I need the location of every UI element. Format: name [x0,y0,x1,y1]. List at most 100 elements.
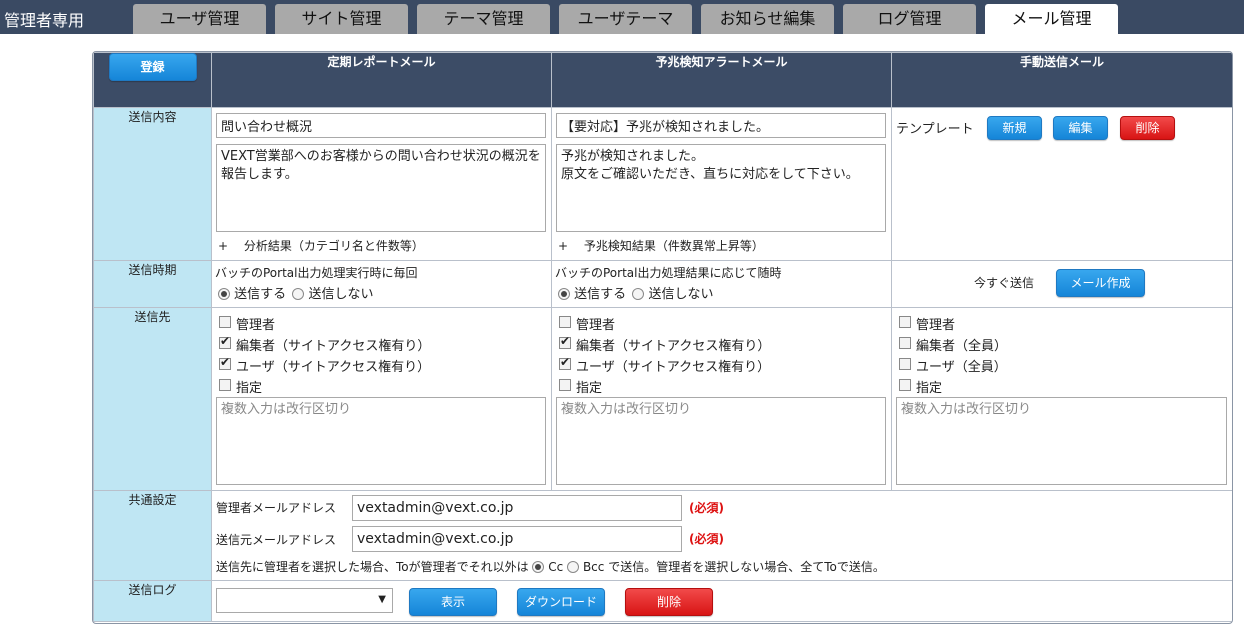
admin-mail-input[interactable] [352,495,682,521]
bcc-label: Bcc [582,560,605,574]
report-recipient-specify-checkbox[interactable] [219,379,231,391]
report-timing-cell: バッチのPortal出力処理実行時に毎回 送信する 送信しない [211,260,552,308]
from-mail-required: (必須) [689,532,724,546]
manual-recipient-specify-checkbox[interactable] [899,379,911,391]
admin-mail-required: (必須) [689,501,724,515]
alert-recipient-editor-label: 編集者（サイトアクセス権有り） [576,339,771,354]
report-recipient-user-checkbox[interactable] [219,355,231,370]
tab-user-theme[interactable]: ユーザテーマ [559,4,692,34]
log-show-button[interactable]: 表示 [409,588,497,616]
report-send-label: 送信する [234,287,287,302]
send-now-label: 今すぐ送信 [974,276,1035,290]
alert-nosend-label: 送信しない [648,287,714,302]
report-recipient-admin-checkbox[interactable] [219,316,231,328]
report-recipient-editor-label: 編集者（サイトアクセス権有り） [236,339,431,354]
common-settings-cell: 管理者メールアドレス (必須) 送信元メールアドレス (必須) 送信先に管理者を… [211,490,1232,581]
chevron-down-icon: ▼ [378,594,386,605]
template-edit-button[interactable]: 編集 [1053,116,1108,140]
header-report-mail: 定期レポートメール [211,52,552,108]
template-label: テンプレート [896,122,974,137]
alert-append-text: + 予兆検知結果（件数異常上昇等） [558,239,764,253]
mail-settings-table: 登録 定期レポートメール 予兆検知アラートメール 手動送信メール 送信内容 VE… [93,52,1232,622]
row-label-recipients: 送信先 [93,307,212,491]
brand-title: 管理者専用 [4,11,85,30]
manual-recipients-cell: 管理者 編集者（全員） ユーザ（全員） 指定 [891,307,1232,491]
report-address-textarea[interactable] [216,397,546,485]
log-cell: ▼ 表示 ダウンロード 削除 [211,580,1232,622]
report-send-radio-group: 送信する 送信しない [218,283,373,302]
manual-recipient-specify-label: 指定 [916,381,943,396]
top-nav-bar: 管理者専用 ユーザ管理 サイト管理 テーマ管理 ユーザテーマ お知らせ編集 ログ… [0,0,1244,34]
tab-log-management[interactable]: ログ管理 [843,4,976,34]
report-recipient-editor-checkbox[interactable] [219,334,231,349]
manual-recipient-editor-label: 編集者（全員） [916,339,1008,354]
alert-send-radio-group: 送信する 送信しない [558,283,713,302]
alert-recipient-user-label: ユーザ（サイトアクセス権有り） [576,360,771,375]
cc-note-before: 送信先に管理者を選択した場合、Toが管理者でそれ以外は [216,560,529,574]
alert-recipient-specify-label: 指定 [576,381,603,396]
manual-content-cell: テンプレート 新規 編集 削除 [891,107,1232,261]
report-body-textarea[interactable]: VEXT営業部へのお客様からの問い合わせ状況の概況を報告します。 [216,144,546,232]
log-delete-button[interactable]: 削除 [625,588,713,616]
manual-address-textarea[interactable] [896,397,1227,485]
alert-send-radio[interactable] [558,288,570,300]
manual-recipient-admin-checkbox[interactable] [899,316,911,328]
report-timing-text: バッチのPortal出力処理実行時に毎回 [215,266,418,280]
header-alert-mail: 予兆検知アラートメール [551,52,892,108]
report-send-radio[interactable] [218,288,230,300]
bcc-radio[interactable] [567,561,580,573]
row-label-timing: 送信時期 [93,260,212,308]
alert-content-cell: 予兆が検知されました。 原文をご確認いただき、直ちに対応をして下さい。 + 予兆… [551,107,892,261]
report-nosend-radio[interactable] [292,288,305,300]
manual-recipient-user-label: ユーザ（全員） [916,360,1007,375]
report-nosend-label: 送信しない [308,287,374,302]
alert-timing-text: バッチのPortal出力処理結果に応じて随時 [555,266,782,280]
mail-settings-panel: 登録 定期レポートメール 予兆検知アラートメール 手動送信メール 送信内容 VE… [92,51,1233,624]
row-label-content: 送信内容 [93,107,212,261]
register-button[interactable]: 登録 [108,53,197,81]
header-corner: 登録 [93,52,212,108]
template-delete-button[interactable]: 削除 [1120,116,1175,140]
alert-address-textarea[interactable] [556,397,886,485]
alert-recipient-user-checkbox[interactable] [559,355,571,370]
alert-nosend-radio[interactable] [632,288,645,300]
alert-recipient-admin-checkbox[interactable] [559,316,571,328]
row-label-common: 共通設定 [93,490,212,581]
alert-body-textarea[interactable]: 予兆が検知されました。 原文をご確認いただき、直ちに対応をして下さい。 [556,144,886,232]
report-append-text: + 分析結果（カテゴリ名と件数等） [218,239,424,253]
tab-user-management[interactable]: ユーザ管理 [133,4,266,34]
alert-recipient-specify-checkbox[interactable] [559,379,571,391]
tab-site-management[interactable]: サイト管理 [275,4,408,34]
from-mail-input[interactable] [352,526,682,552]
alert-recipients-cell: 管理者 編集者（サイトアクセス権有り） ユーザ（サイトアクセス権有り） 指定 [551,307,892,491]
manual-recipient-editor-checkbox[interactable] [899,337,911,349]
cc-bcc-note: 送信先に管理者を選択した場合、Toが管理者でそれ以外は Cc Bcc で送信。管… [216,558,885,575]
cc-note-after: で送信。管理者を選択しない場合、全てToで送信。 [608,560,885,574]
alert-send-label: 送信する [574,287,627,302]
alert-timing-cell: バッチのPortal出力処理結果に応じて随時 送信する 送信しない [551,260,892,308]
header-manual-mail: 手動送信メール [891,52,1232,108]
tab-theme-management[interactable]: テーマ管理 [417,4,550,34]
cc-label: Cc [548,560,564,574]
alert-recipient-editor-checkbox[interactable] [559,334,571,349]
report-content-cell: VEXT営業部へのお客様からの問い合わせ状況の概況を報告します。 + 分析結果（… [211,107,552,261]
row-label-log: 送信ログ [93,580,212,622]
alert-recipient-admin-label: 管理者 [576,318,616,333]
manual-recipient-user-checkbox[interactable] [899,358,911,370]
log-select[interactable]: ▼ [216,588,393,613]
tab-notice-edit[interactable]: お知らせ編集 [701,4,834,34]
admin-mail-label: 管理者メールアドレス [216,501,337,515]
tab-mail-management[interactable]: メール管理 [985,4,1118,34]
compose-mail-button[interactable]: メール作成 [1056,269,1145,297]
manual-recipient-admin-label: 管理者 [916,318,956,333]
log-download-button[interactable]: ダウンロード [517,588,605,616]
cc-radio[interactable] [532,561,545,573]
report-recipient-admin-label: 管理者 [236,318,276,333]
alert-subject-input[interactable] [556,113,886,138]
manual-timing-cell: 今すぐ送信 メール作成 [891,260,1232,308]
report-recipients-cell: 管理者 編集者（サイトアクセス権有り） ユーザ（サイトアクセス権有り） 指定 [211,307,552,491]
from-mail-label: 送信元メールアドレス [216,533,337,547]
template-new-button[interactable]: 新規 [987,116,1042,140]
report-recipient-specify-label: 指定 [236,381,263,396]
report-subject-input[interactable] [216,113,546,138]
